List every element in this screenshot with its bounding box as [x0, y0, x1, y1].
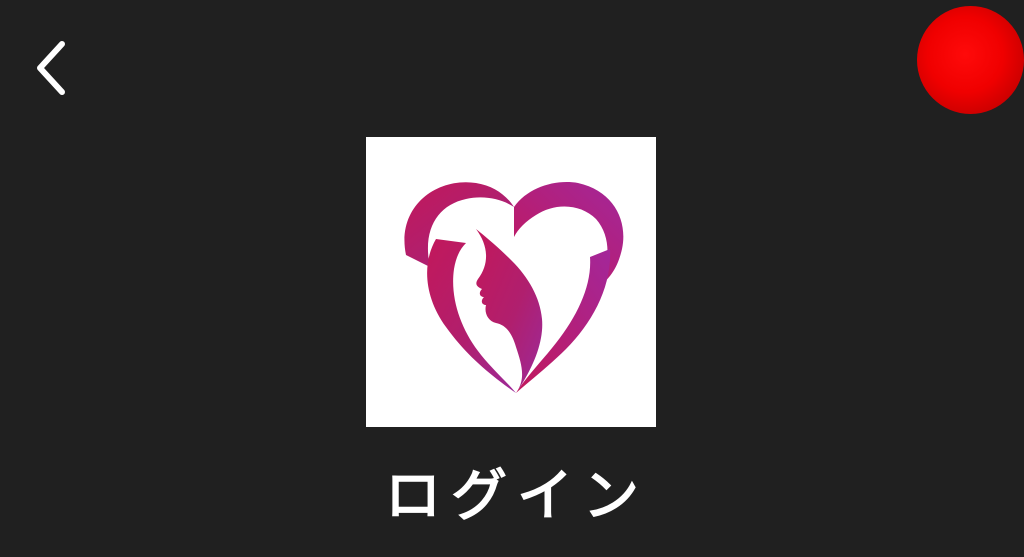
page-title: ログイン: [385, 464, 649, 529]
back-button[interactable]: [28, 38, 76, 100]
chevron-left-icon: [37, 41, 65, 95]
app-logo: [366, 137, 656, 427]
heart-woman-logo-icon: [404, 182, 624, 393]
record-button[interactable]: [917, 6, 1024, 114]
